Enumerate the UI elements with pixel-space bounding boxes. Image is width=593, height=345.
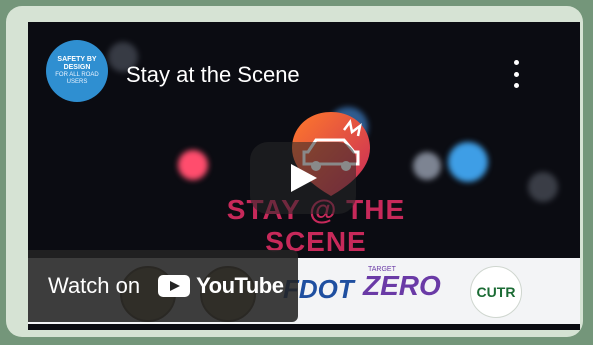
video-player[interactable]: STAY @ THE SCENE SAFETY BY DESIGN FOR AL…: [28, 22, 580, 330]
kebab-menu-icon[interactable]: [510, 60, 522, 88]
bokeh-light: [528, 172, 558, 202]
play-icon: [291, 164, 317, 192]
avatar-line-2: FOR ALL ROAD USERS: [55, 72, 99, 85]
video-title[interactable]: Stay at the Scene: [126, 62, 300, 88]
channel-avatar[interactable]: SAFETY BY DESIGN FOR ALL ROAD USERS: [46, 40, 108, 102]
watch-on-label: Watch on: [48, 273, 141, 298]
cutr-logo: CUTR: [470, 266, 522, 318]
bokeh-light: [413, 152, 441, 180]
youtube-wordmark: YouTube: [196, 273, 284, 298]
play-button[interactable]: [250, 142, 356, 214]
avatar-line-1: SAFETY BY DESIGN: [57, 56, 97, 71]
target-zero-logo: ZERO: [363, 270, 441, 301]
bokeh-light: [178, 150, 208, 180]
bokeh-light: [448, 142, 488, 182]
youtube-logo-icon: YouTube: [158, 273, 284, 299]
watch-on-youtube-button[interactable]: Watch on YouTube: [28, 250, 298, 322]
cutr-label: CUTR: [476, 284, 516, 300]
player-bottom-edge: [28, 324, 580, 330]
